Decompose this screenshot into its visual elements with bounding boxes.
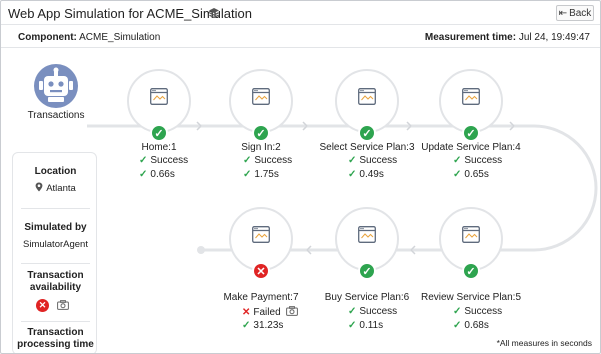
divider (21, 263, 90, 264)
success-check-icon: ✓ (150, 124, 168, 142)
check-icon: ✓ (348, 169, 357, 180)
screenshot-camera-icon[interactable] (286, 306, 299, 316)
failed-x-icon: ✕ (242, 307, 251, 318)
check-icon: ✓ (348, 320, 357, 331)
location-text: Atlanta (46, 183, 76, 194)
step-5-time: ✓ 0.68s (453, 320, 489, 331)
status-text: Success (359, 306, 398, 317)
time-text: 0.49s (359, 169, 384, 180)
time-text: 0.66s (150, 169, 175, 180)
success-check-icon: ✓ (462, 124, 480, 142)
step-6-status: ✓ Success (348, 306, 397, 317)
step-7-time: ✓ 31.23s (242, 320, 283, 331)
check-icon: ✓ (348, 306, 357, 317)
time-text: 0.65s (464, 169, 489, 180)
info-panel: Location Atlanta Simulated by SimulatorA… (12, 152, 98, 353)
check-icon: ✓ (243, 169, 252, 180)
screenshot-camera-icon[interactable] (57, 300, 69, 310)
location-value: Atlanta (13, 182, 98, 194)
step-node-1[interactable]: ✓ (127, 69, 191, 142)
failure-x-icon: ✕ (252, 262, 270, 280)
step-4-status: ✓ Success (453, 155, 502, 166)
transactions-label: Transactions (27, 110, 85, 121)
browser-window-icon (358, 226, 376, 243)
time-text: 31.23s (253, 320, 284, 331)
step-3-time: ✓ 0.49s (348, 169, 384, 180)
step-node-6[interactable]: ✓ (335, 207, 399, 280)
step-node-3[interactable]: ✓ (335, 69, 399, 142)
check-icon: ✓ (453, 306, 462, 317)
availability-heading: Transaction availability (27, 270, 84, 293)
measures-footnote: *All measures in seconds (496, 338, 592, 348)
step-7-label: Make Payment:7 (223, 292, 299, 303)
step-node-7[interactable]: ✕ (229, 207, 293, 280)
success-check-icon: ✓ (462, 262, 480, 280)
status-text: Success (464, 306, 503, 317)
check-icon: ✓ (348, 155, 357, 166)
robot-avatar (34, 64, 78, 108)
simulated-by-value: SimulatorAgent (23, 239, 88, 250)
step-3-status: ✓ Success (348, 155, 397, 166)
browser-window-icon (150, 88, 168, 105)
processing-time-heading: Transaction processing time (17, 327, 94, 350)
step-5-status: ✓ Success (453, 306, 502, 317)
check-icon: ✓ (453, 155, 462, 166)
robot-icon (39, 67, 73, 102)
step-1-status: ✓ Success (139, 155, 188, 166)
check-icon: ✓ (453, 169, 462, 180)
step-7-status: ✕ Failed (242, 306, 299, 318)
step-2-label: Sign In:2 (241, 142, 281, 153)
browser-window-icon (252, 88, 270, 105)
success-check-icon: ✓ (252, 124, 270, 142)
check-icon: ✓ (453, 320, 462, 331)
time-text: 0.11s (359, 320, 384, 331)
status-text: Success (464, 155, 503, 166)
time-text: 0.68s (464, 320, 489, 331)
browser-window-icon (358, 88, 376, 105)
step-node-5[interactable]: ✓ (439, 207, 503, 280)
availability-failed-icon: ✕ (36, 298, 49, 312)
browser-window-icon (462, 88, 480, 105)
simulation-window: Web App Simulation for ACME_Simulation ⇤… (0, 0, 601, 354)
check-icon: ✓ (243, 155, 252, 166)
step-node-4[interactable]: ✓ (439, 69, 503, 142)
check-icon: ✓ (139, 169, 148, 180)
step-6-time: ✓ 0.11s (348, 320, 383, 331)
check-icon: ✓ (139, 155, 148, 166)
step-4-label: Update Service Plan:4 (421, 142, 521, 153)
location-heading: Location (34, 166, 77, 177)
divider (21, 321, 90, 322)
availability-indicators: ✕ (36, 298, 76, 312)
location-pin-icon (35, 182, 43, 192)
success-check-icon: ✓ (358, 262, 376, 280)
status-text: Success (150, 155, 189, 166)
step-1-time: ✓ 0.66s (139, 169, 175, 180)
time-text: 1.75s (254, 169, 279, 180)
step-4-time: ✓ 0.65s (453, 169, 489, 180)
browser-window-icon (252, 226, 270, 243)
status-text: Success (359, 155, 398, 166)
divider (21, 208, 90, 209)
step-2-time: ✓ 1.75s (243, 169, 279, 180)
step-5-label: Review Service Plan:5 (420, 292, 522, 303)
status-text: Failed (253, 307, 281, 318)
browser-window-icon (462, 226, 480, 243)
status-text: Success (254, 155, 293, 166)
success-check-icon: ✓ (358, 124, 376, 142)
simulated-by-heading: Simulated by (24, 222, 87, 233)
check-icon: ✓ (242, 320, 251, 331)
step-3-label: Select Service Plan:3 (319, 142, 415, 153)
step-6-label: Buy Service Plan:6 (324, 292, 410, 303)
step-node-2[interactable]: ✓ (229, 69, 293, 142)
step-2-status: ✓ Success (243, 155, 292, 166)
